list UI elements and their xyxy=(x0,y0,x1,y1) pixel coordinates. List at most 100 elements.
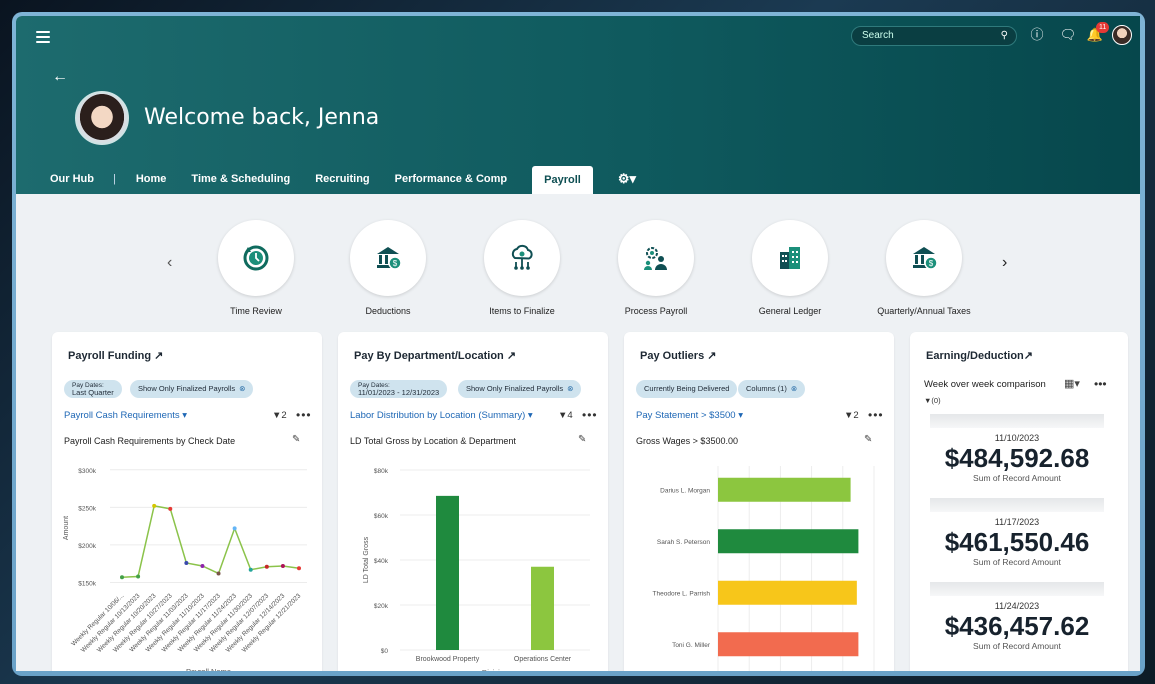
nav-home[interactable]: Home xyxy=(136,173,167,185)
data-point xyxy=(136,574,141,579)
bar-chart: $80k $60k $40k $20k $0 LD Total Gross Brookwoo… xyxy=(363,468,590,671)
y-tick-label: $0 xyxy=(381,648,389,655)
app-window: Search ⚲ ⓘ 🗨 🔔 11 ← Welcome back, Jenna … xyxy=(16,16,1140,671)
week-amount-label: Sum of Record Amount xyxy=(973,641,1061,651)
header: Search ⚲ ⓘ 🗨 🔔 11 ← Welcome back, Jenna … xyxy=(16,16,1140,194)
back-arrow-icon[interactable]: ← xyxy=(52,68,68,86)
quick-action-label: General Ledger xyxy=(758,306,822,316)
report-selector[interactable]: Payroll Cash Requirements ▾ xyxy=(64,410,187,421)
gear-people-icon xyxy=(618,220,694,296)
week-amount: $461,550.46 xyxy=(944,527,1090,557)
pay-by-department-card: Pay By Department/Location ↗ Pay Dates: … xyxy=(338,332,608,671)
edit-pencil-icon[interactable]: ✎ xyxy=(864,434,872,445)
columns-chip[interactable]: Columns (1) ⊗ xyxy=(738,380,806,398)
quick-action-general-ledger[interactable]: General Ledger xyxy=(730,220,850,316)
quick-action-label: Time Review xyxy=(230,306,282,316)
bell-icon[interactable]: 🔔 11 xyxy=(1085,22,1110,45)
quick-action-quarterly-annual-taxes[interactable]: $ Quarterly/Annual Taxes xyxy=(864,220,984,316)
data-point xyxy=(248,567,253,572)
card-title[interactable]: Pay By Department/Location ↗ xyxy=(354,349,516,362)
search-icon[interactable]: ⚲ xyxy=(1001,30,1008,41)
y-tick-label: $60k xyxy=(374,513,389,520)
week-amount: $484,592.68 xyxy=(944,443,1090,473)
data-point xyxy=(216,571,221,576)
welcome-heading: Welcome back, Jenna xyxy=(144,105,380,130)
carousel-prev-icon[interactable]: ‹ xyxy=(167,254,172,272)
filter-count[interactable]: ▼2 xyxy=(272,410,287,421)
edit-pencil-icon[interactable]: ✎ xyxy=(292,434,300,445)
y-axis-label: Amount xyxy=(63,516,70,540)
report-selector[interactable]: Labor Distribution by Location (Summary)… xyxy=(350,410,533,421)
data-point xyxy=(264,564,269,569)
series-line xyxy=(121,504,300,578)
search-placeholder: Search xyxy=(862,30,894,41)
clock-refresh-icon xyxy=(218,220,294,296)
x-axis-label: Division xyxy=(482,668,508,671)
finalized-payrolls-chip[interactable]: Show Only Finalized Payrolls ⊗ xyxy=(130,380,254,398)
settings-gear-icon[interactable]: ⚙▾ xyxy=(618,171,636,187)
chart-title: Payroll Cash Requirements by Check Date xyxy=(64,436,236,446)
chip-label: Currently Being Delivered xyxy=(644,384,730,393)
chart-title: LD Total Gross by Location & Department xyxy=(350,436,516,446)
quick-action-deductions[interactable]: $ Deductions xyxy=(328,220,448,316)
more-options-icon[interactable]: ••• xyxy=(1094,377,1107,391)
y-tick-label: $150k xyxy=(78,580,96,587)
quick-action-process-payroll[interactable]: Process Payroll xyxy=(596,220,716,316)
nav-performance-comp[interactable]: Performance & Comp xyxy=(395,173,507,185)
notification-count-badge: 11 xyxy=(1096,22,1110,33)
finalized-payrolls-chip[interactable]: Show Only Finalized Payrolls ⊗ xyxy=(458,380,582,398)
svg-text:$: $ xyxy=(393,259,398,268)
nav-separator: | xyxy=(113,173,116,185)
card-title[interactable]: Payroll Funding ↗ xyxy=(68,349,163,362)
clear-chip-icon[interactable]: ⊗ xyxy=(791,384,797,393)
clear-chip-icon[interactable]: ⊗ xyxy=(239,384,245,393)
data-point xyxy=(200,563,205,568)
nav-time-scheduling[interactable]: Time & Scheduling xyxy=(191,173,290,185)
edit-pencil-icon[interactable]: ✎ xyxy=(578,434,586,445)
hamburger-menu-icon[interactable] xyxy=(36,31,50,43)
y-tick-label: Darius L. Morgan xyxy=(660,487,710,494)
more-options-icon[interactable]: ••• xyxy=(868,408,884,422)
data-point xyxy=(232,526,237,531)
week-entry: 11/10/2023 $484,592.68 Sum of Record Amo… xyxy=(930,433,1104,483)
week-amount: $436,457.62 xyxy=(944,611,1090,641)
more-options-icon[interactable]: ••• xyxy=(296,408,312,422)
card-title[interactable]: Pay Outliers ↗ xyxy=(640,349,716,362)
nav-our-hub[interactable]: Our Hub xyxy=(50,173,94,185)
data-point xyxy=(297,566,301,571)
quick-action-time-review[interactable]: Time Review xyxy=(196,220,316,316)
y-tick-label: Toni G. Miller xyxy=(672,642,711,649)
bar xyxy=(718,580,857,605)
card-title[interactable]: Earning/Deduction↗ xyxy=(926,349,1033,362)
divider-bar xyxy=(930,582,1104,596)
currently-delivered-chip[interactable]: Currently Being Delivered xyxy=(636,380,738,398)
y-tick-label: Sarah S. Peterson xyxy=(657,539,710,546)
chip-value: 11/01/2023 - 12/31/2023 xyxy=(358,388,440,397)
filter-count[interactable]: ▼(0) xyxy=(924,396,941,405)
bank-dollar-icon: $ xyxy=(350,220,426,296)
main-nav: Our Hub | Home Time & Scheduling Recruit… xyxy=(50,164,636,194)
nav-payroll[interactable]: Payroll xyxy=(532,165,593,194)
filter-count[interactable]: ▼4 xyxy=(558,410,573,421)
report-selector[interactable]: Pay Statement > $3500 ▾ xyxy=(636,410,743,421)
nav-recruiting[interactable]: Recruiting xyxy=(315,173,369,185)
search-input[interactable]: Search ⚲ xyxy=(851,26,1017,46)
data-point xyxy=(120,575,124,580)
table-settings-icon[interactable]: ▦▾ xyxy=(1064,377,1080,390)
data-point xyxy=(152,503,157,508)
chat-icon[interactable]: 🗨 xyxy=(1058,25,1078,45)
more-options-icon[interactable]: ••• xyxy=(582,408,598,422)
carousel-next-icon[interactable]: › xyxy=(1002,254,1007,272)
y-axis-label: LD Total Gross xyxy=(363,536,370,583)
line-chart: $300k$250k$200k$150kAmountWeekly Regular… xyxy=(63,468,307,671)
filter-count[interactable]: ▼2 xyxy=(844,410,859,421)
clear-chip-icon[interactable]: ⊗ xyxy=(567,384,573,393)
pay-dates-chip[interactable]: Pay Dates: 11/01/2023 - 12/31/2023 xyxy=(350,380,448,398)
week-date: 11/24/2023 xyxy=(994,601,1040,611)
quick-action-items-to-finalize[interactable]: Items to Finalize xyxy=(462,220,582,316)
pay-dates-chip[interactable]: Pay Dates: Last Quarter xyxy=(64,380,122,398)
help-icon[interactable]: ⓘ xyxy=(1027,25,1047,45)
y-tick-label: $300k xyxy=(78,468,96,475)
building-icon xyxy=(752,220,828,296)
user-avatar-small[interactable] xyxy=(1112,25,1132,45)
